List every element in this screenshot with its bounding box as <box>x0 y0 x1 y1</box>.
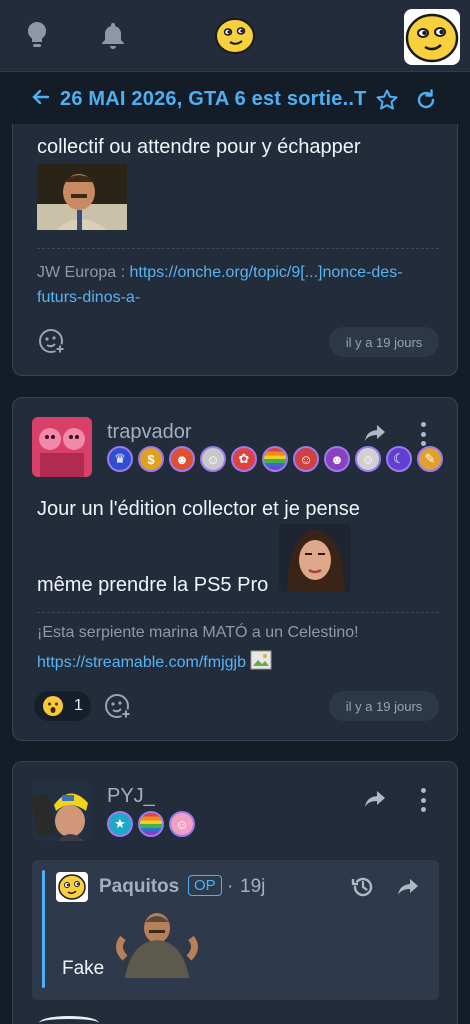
badge-icon: ☾ <box>386 446 412 472</box>
broken-image-icon <box>250 650 272 675</box>
badge-icon: ★ <box>107 811 133 837</box>
more-options-icon[interactable] <box>420 422 426 446</box>
post-text: même prendre la PS5 Pro <box>37 574 269 596</box>
topic-header: 26 MAI 2026, GTA 6 est sortie..T <box>0 78 470 122</box>
quote-text: Fake <box>62 958 105 979</box>
lightbulb-icon[interactable] <box>22 20 52 50</box>
divider <box>37 248 439 249</box>
badge-icon: ♛ <box>107 446 133 472</box>
badge-icon: ☺ <box>200 446 226 472</box>
post-timestamp: il y a 19 jours <box>329 691 439 721</box>
badge-icon <box>262 446 288 472</box>
quote-separator: · <box>227 876 234 897</box>
post-text: Jour un l'édition collector et je pense <box>37 498 360 520</box>
sticker-image <box>279 524 351 592</box>
badge-icon: ☺ <box>355 446 381 472</box>
partial-sticker <box>39 1016 99 1024</box>
share-icon[interactable] <box>363 422 387 449</box>
badge-icon: ☺ <box>293 446 319 472</box>
quote-bar <box>42 870 45 988</box>
post-signature: https://streamable.com/fmjgjb <box>37 650 272 675</box>
post-card: collectif ou attendre pour y échapper JW… <box>12 124 458 376</box>
surprised-emoji-icon <box>43 696 63 716</box>
add-reaction-icon[interactable] <box>37 326 67 356</box>
quote-username[interactable]: Paquitos <box>99 876 179 898</box>
sticker-image <box>111 908 203 978</box>
more-options-icon[interactable] <box>420 788 426 812</box>
post-text: collectif ou attendre pour y échapper <box>37 136 361 158</box>
user-avatar[interactable] <box>32 417 92 477</box>
post-timestamp: il y a 19 jours <box>329 327 439 357</box>
user-avatar[interactable] <box>404 9 460 65</box>
share-icon[interactable] <box>363 788 387 815</box>
badge-icon: ✿ <box>231 446 257 472</box>
post-signature: JW Europa : https://onche.org/topic/9[..… <box>37 260 441 310</box>
post-card: PYJ_ ★ ☺ Paquitos OP · 19j Fake <box>12 761 458 1024</box>
username[interactable]: PYJ_ <box>107 785 155 808</box>
reaction-pill[interactable]: 1 <box>34 691 91 721</box>
signature-text: JW Europa : <box>37 264 130 281</box>
username[interactable]: trapvador <box>107 421 192 444</box>
top-bar <box>0 0 470 72</box>
refresh-icon[interactable] <box>414 88 438 117</box>
badge-icon: ☻ <box>169 446 195 472</box>
badge-icon: ☻ <box>324 446 350 472</box>
quote-time: 19j <box>240 876 266 897</box>
quote-avatar[interactable] <box>56 872 88 902</box>
star-icon[interactable] <box>375 88 399 117</box>
back-arrow-icon[interactable] <box>32 88 50 111</box>
badge-icon: ☺ <box>169 811 195 837</box>
bell-icon[interactable] <box>98 20 128 50</box>
history-icon[interactable] <box>350 874 376 905</box>
badge-icon: $ <box>138 446 164 472</box>
add-reaction-icon[interactable] <box>103 691 133 721</box>
op-badge: OP <box>188 875 222 896</box>
badge-icon <box>138 811 164 837</box>
sticker-image <box>37 164 127 230</box>
smiley-logo-icon[interactable] <box>213 16 257 56</box>
divider <box>37 612 439 613</box>
reaction-count: 1 <box>74 697 83 714</box>
badge-icon: ✎ <box>417 446 443 472</box>
signature-link[interactable]: https://streamable.com/fmjgjb <box>37 654 246 672</box>
quote-block: Paquitos OP · 19j Fake <box>32 860 439 1000</box>
signature-text: ¡Esta serpiente marina MATÓ a un Celesti… <box>37 624 359 641</box>
share-icon[interactable] <box>396 876 420 903</box>
topic-title[interactable]: 26 MAI 2026, GTA 6 est sortie..T <box>60 88 367 111</box>
user-avatar[interactable] <box>32 781 92 841</box>
